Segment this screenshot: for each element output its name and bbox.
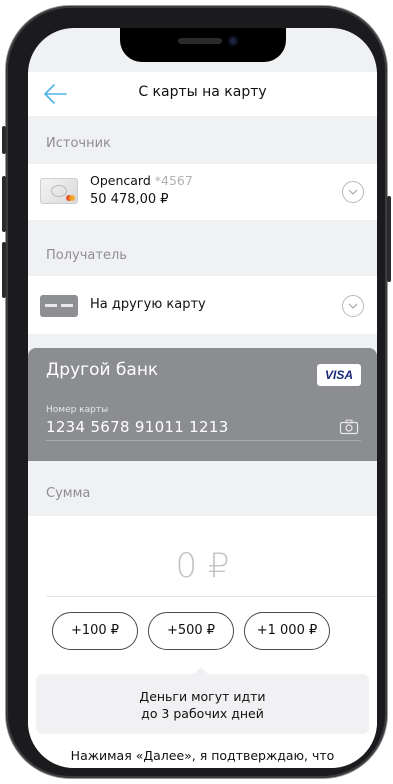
other-card-icon: [40, 295, 78, 317]
source-card-mask: *4567: [154, 173, 193, 188]
amount-underline: [46, 596, 377, 597]
source-balance: 50 478,00 ₽: [90, 192, 169, 207]
chevron-down-icon[interactable]: [342, 295, 364, 317]
recipient-option-label: На другую карту: [90, 297, 206, 312]
quick-amount-1000-button[interactable]: +1 000 ₽: [244, 612, 330, 650]
screen: С карты на карту Источник Opencard *4567…: [28, 28, 377, 768]
front-camera: [228, 36, 238, 46]
recipient-selector[interactable]: На другую карту: [28, 276, 377, 334]
quick-amount-100-button[interactable]: +100 ₽: [52, 612, 138, 650]
card-number-underline: [46, 440, 361, 441]
opencard-card-icon: [40, 178, 78, 204]
source-card-title: Opencard *4567: [90, 173, 193, 188]
recipient-section-label: Получатель: [46, 248, 127, 263]
nav-bar: С карты на карту: [28, 72, 377, 116]
chevron-down-icon[interactable]: [342, 181, 364, 203]
amount-section-label: Сумма: [46, 486, 91, 501]
quick-amount-500-button[interactable]: +500 ₽: [148, 612, 234, 650]
source-section-label: Источник: [46, 136, 111, 151]
mastercard-logo-icon-2: [69, 195, 75, 201]
speaker: [178, 38, 222, 44]
visa-logo: VISA: [317, 364, 361, 386]
notice-line-2: до 3 рабочих дней: [141, 706, 264, 721]
volume-down-button: [2, 242, 6, 298]
volume-up-button: [2, 176, 6, 232]
card-emblem: [51, 185, 67, 197]
consent-text: Нажимая «Далее», я подтверждаю, что: [70, 748, 335, 763]
recipient-card: Другой банк VISA Номер карты 1234 5678 9…: [28, 348, 377, 461]
phone-frame: С карты на карту Источник Opencard *4567…: [2, 6, 391, 778]
source-card-name: Opencard: [90, 173, 151, 188]
bank-name: Другой банк: [46, 360, 159, 380]
camera-scan-icon[interactable]: [339, 419, 359, 435]
info-tooltip-tail: [194, 667, 208, 674]
amount-input[interactable]: 0 ₽: [28, 546, 377, 586]
notice-line-1: Деньги могут идти: [139, 689, 266, 704]
card-number-label: Номер карты: [46, 405, 109, 415]
mute-switch: [2, 126, 6, 154]
card-number-input[interactable]: 1234 5678 91011 1213: [46, 418, 229, 436]
source-card-selector[interactable]: Opencard *4567 50 478,00 ₽: [28, 164, 377, 220]
notch: [120, 28, 286, 62]
transfer-time-notice: Деньги могут идти до 3 рабочих дней: [36, 674, 369, 734]
power-button: [387, 196, 391, 282]
amount-panel: 0 ₽ +100 ₽ +500 ₽ +1 000 ₽ Деньги могут …: [28, 516, 377, 768]
page-title: С карты на карту: [138, 84, 267, 100]
